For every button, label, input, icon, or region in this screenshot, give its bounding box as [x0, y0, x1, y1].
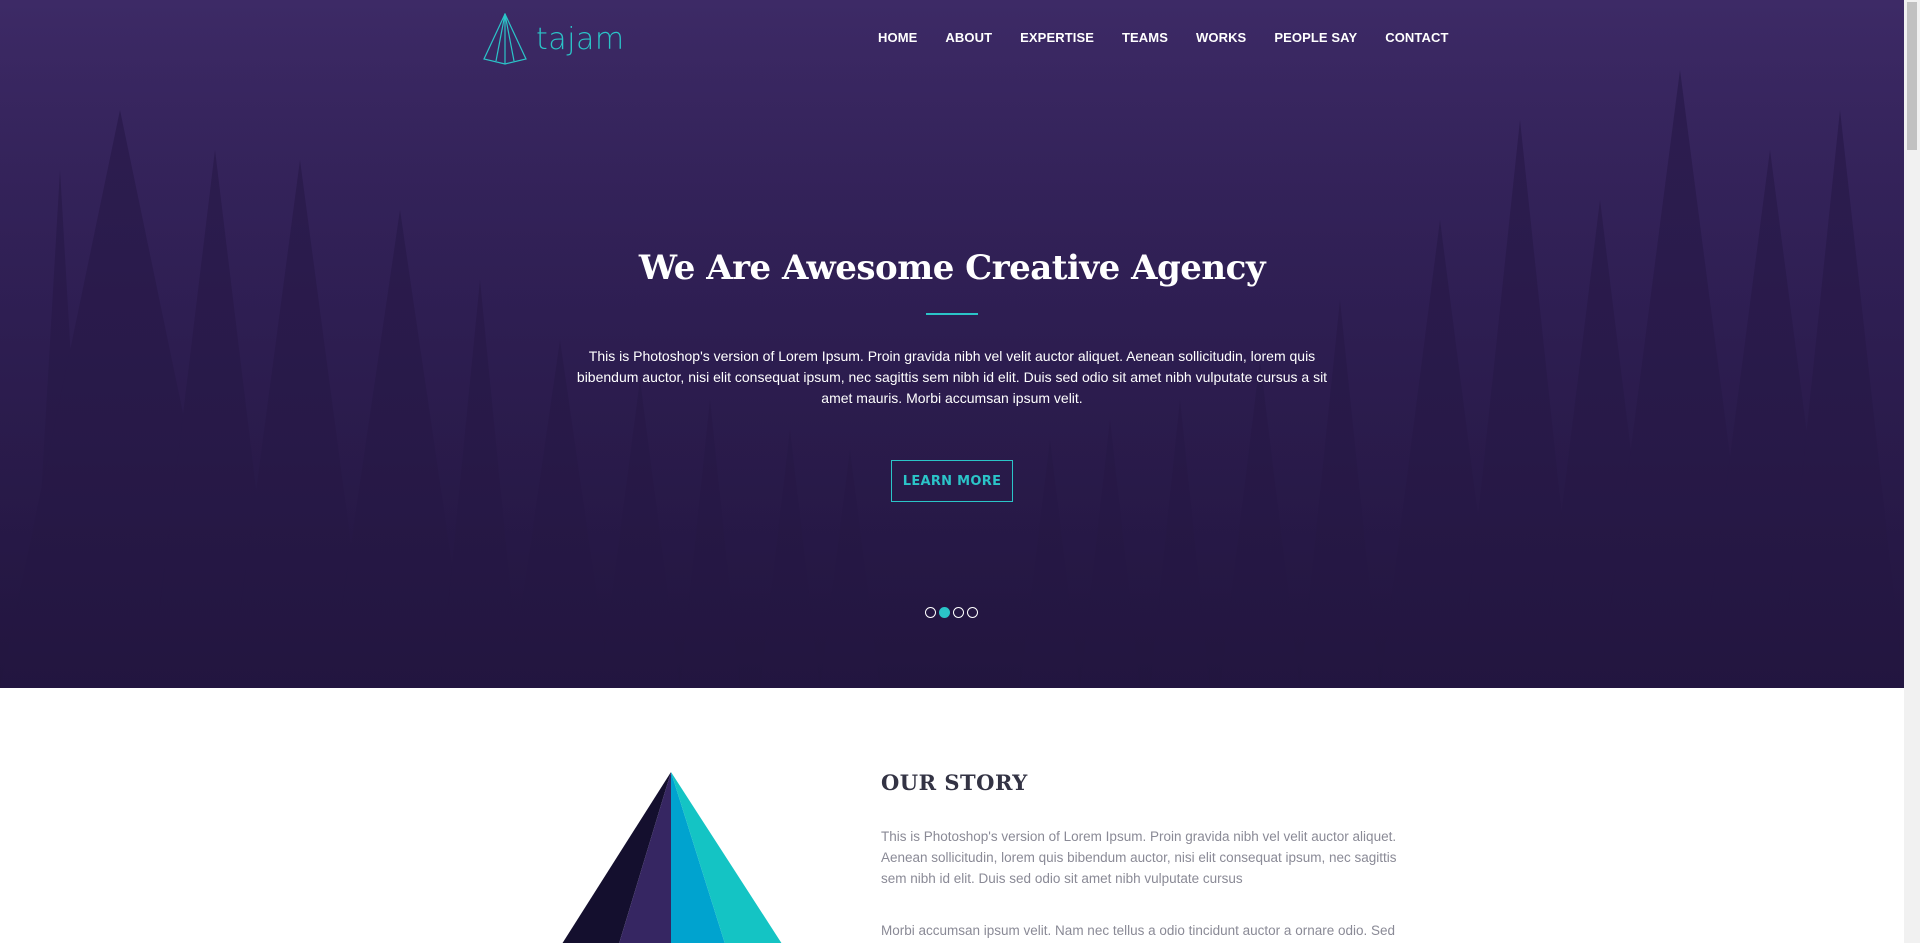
learn-more-button[interactable]: LEARN MORE	[891, 460, 1013, 502]
nav-teams[interactable]: TEAMS	[1122, 30, 1168, 45]
nav-people-say[interactable]: PEOPLE SAY	[1274, 30, 1357, 45]
slider-dot-1[interactable]	[925, 607, 936, 618]
our-story-section: OUR STORY This is Photoshop's version of…	[0, 688, 1904, 943]
slider-dot-2[interactable]	[939, 607, 950, 618]
logo[interactable]: tajam	[482, 13, 625, 65]
slider-dots	[925, 607, 978, 618]
story-paragraph-2: Morbi accumsan ipsum velit. Nam nec tell…	[881, 923, 1396, 938]
nav-about[interactable]: ABOUT	[945, 30, 992, 45]
story-title: OUR STORY	[881, 770, 1028, 795]
brand-name: tajam	[536, 21, 625, 57]
hero-description: This is Photoshop's version of Lorem Ips…	[576, 348, 1328, 406]
hero-title: We Are Awesome Creative Agency	[638, 248, 1266, 288]
nav-works[interactable]: WORKS	[1196, 30, 1246, 45]
navbar: tajam HOME ABOUT EXPERTISE TEAMS WORKS P…	[0, 0, 1904, 78]
pyramid-illustration	[562, 772, 782, 943]
pyramid-outline-icon	[483, 13, 527, 65]
nav-expertise[interactable]: EXPERTISE	[1020, 30, 1094, 45]
slider-dot-3[interactable]	[953, 607, 964, 618]
page-scrollbar[interactable]	[1904, 0, 1920, 943]
hero-divider	[926, 313, 978, 315]
page: tajam HOME ABOUT EXPERTISE TEAMS WORKS P…	[0, 0, 1904, 943]
hero-section: tajam HOME ABOUT EXPERTISE TEAMS WORKS P…	[0, 0, 1904, 688]
main-nav: HOME ABOUT EXPERTISE TEAMS WORKS PEOPLE …	[878, 30, 1449, 45]
story-paragraph-1: This is Photoshop's version of Lorem Ips…	[881, 829, 1397, 886]
scrollbar-thumb[interactable]	[1907, 2, 1917, 150]
nav-contact[interactable]: CONTACT	[1385, 30, 1448, 45]
slider-dot-4[interactable]	[967, 607, 978, 618]
nav-home[interactable]: HOME	[878, 30, 917, 45]
forest-background	[0, 0, 1904, 688]
